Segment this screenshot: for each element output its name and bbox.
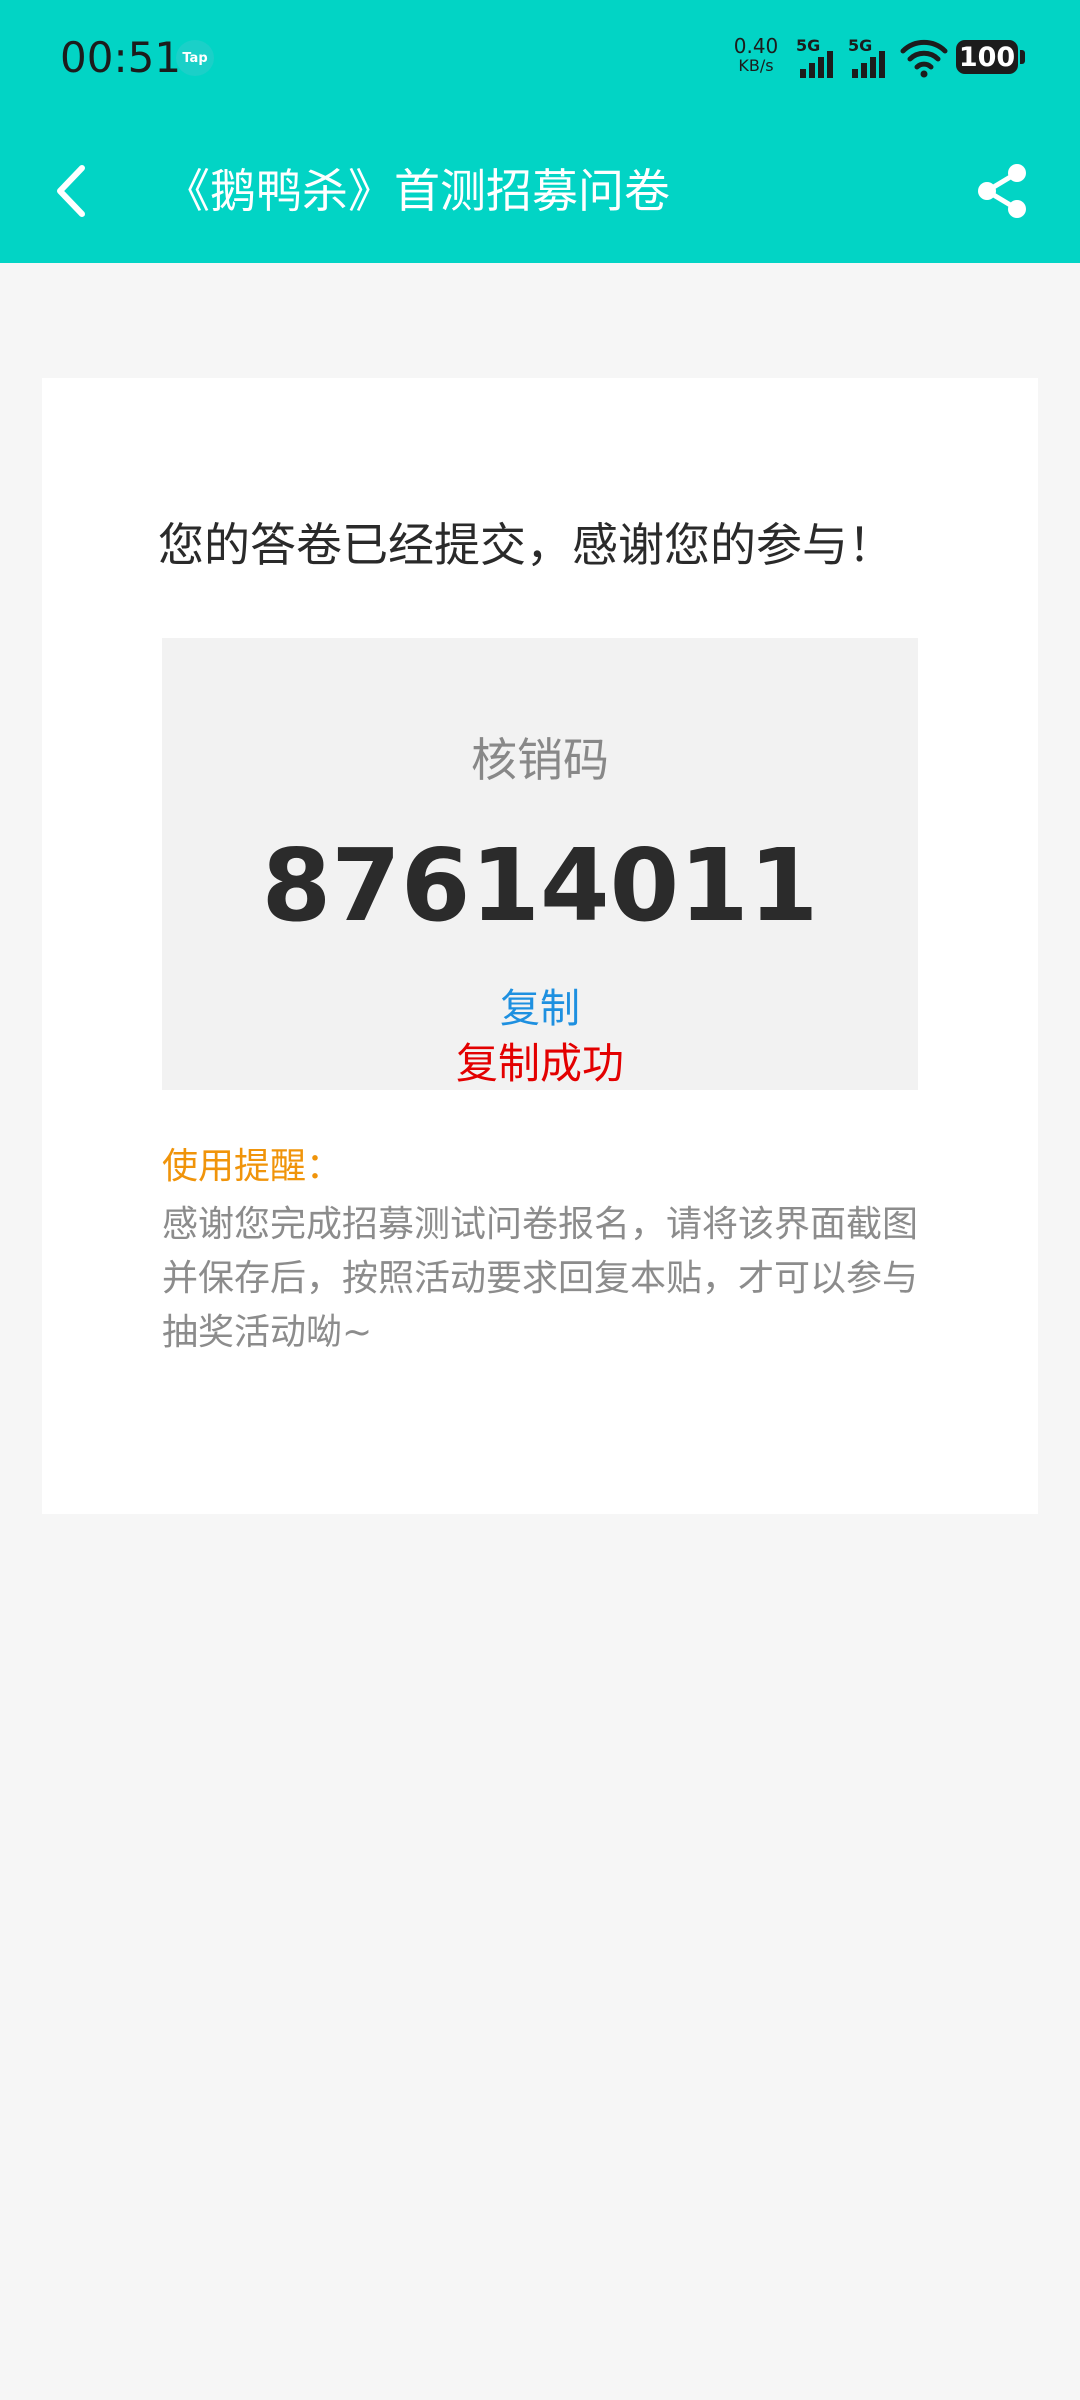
battery-tip — [1020, 50, 1025, 64]
copy-success-status: 复制成功 — [455, 1039, 624, 1088]
redeem-code-box: 核销码 87614011 复制 复制成功 — [162, 638, 918, 1090]
sim2-signal-icon: 5G — [848, 38, 894, 78]
submission-success-message: 您的答卷已经提交，感谢您的参与！ — [158, 518, 894, 572]
battery-icon: 100 — [956, 40, 1018, 74]
redeem-code-value: 87614011 — [261, 827, 819, 944]
back-button[interactable] — [44, 156, 104, 226]
page-title: 《鹅鸭杀》首测招募问卷 — [164, 164, 670, 218]
app-header: 00:51 Tap 0.40 KB/s 5G 5G 100 《鹅鸭杀》首测招募问… — [0, 0, 1080, 263]
reminder-title: 使用提醒： — [162, 1146, 343, 1187]
redeem-code-label: 核销码 — [471, 733, 609, 787]
sim1-signal-icon: 5G — [796, 38, 842, 78]
share-button[interactable] — [972, 160, 1032, 222]
wifi-icon — [900, 39, 948, 78]
status-time: 00:51 — [60, 33, 182, 82]
taptap-notification-icon: Tap — [176, 40, 214, 76]
result-card: 您的答卷已经提交，感谢您的参与！ 核销码 87614011 复制 复制成功 使用… — [42, 378, 1038, 1514]
copy-button[interactable]: 复制 — [440, 982, 640, 1036]
network-speed-value: 0.40 — [733, 34, 779, 58]
reminder-text: 感谢您完成招募测试问卷报名，请将该界面截图并保存后，按照活动要求回复本贴，才可以… — [162, 1204, 919, 1353]
network-speed-unit: KB/s — [738, 56, 774, 75]
network-speed: 0.40 KB/s — [728, 36, 784, 74]
